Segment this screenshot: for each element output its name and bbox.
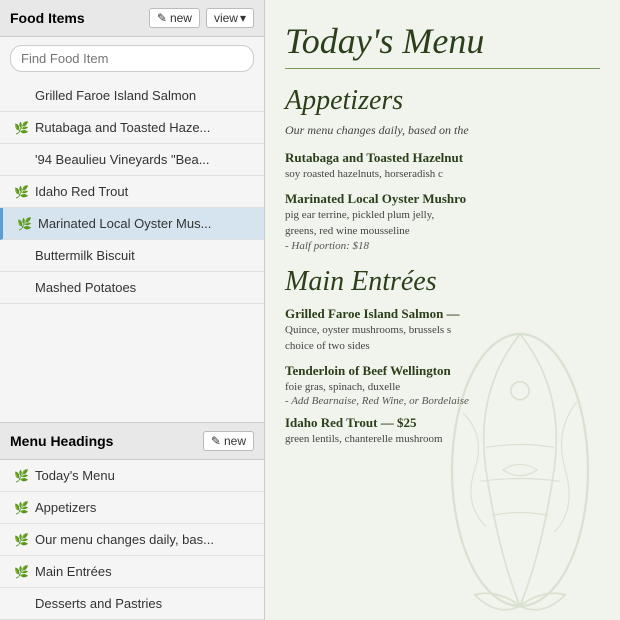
salmon-desc2: choice of two sides	[285, 338, 600, 355]
leaf-icon: 🌿	[14, 185, 30, 199]
menu-heading-appetizers[interactable]: 🌿 Appetizers	[0, 492, 264, 524]
edit-icon-2: ✎	[211, 434, 221, 448]
appetizers-intro: Our menu changes daily, based on the	[285, 123, 600, 138]
menu-headings-header: Menu Headings ✎ new	[0, 423, 264, 460]
rutabaga-desc: soy roasted hazelnuts, horseradish c	[285, 166, 600, 183]
appetizers-section: Appetizers Our menu changes daily, based…	[285, 85, 600, 252]
oyster-name: Marinated Local Oyster Mushro	[285, 191, 600, 207]
beef-name: Tenderloin of Beef Wellington	[285, 363, 600, 379]
chevron-icon: ▾	[240, 11, 246, 25]
food-item-mashed[interactable]: Mashed Potatoes	[0, 272, 264, 304]
food-item-label: Marinated Local Oyster Mus...	[38, 216, 211, 231]
menu-heading-our-menu[interactable]: 🌿 Our menu changes daily, bas...	[0, 524, 264, 556]
menu-heading-label: Today's Menu	[35, 468, 115, 483]
menu-title: Today's Menu	[285, 20, 600, 62]
food-item-grilled-faroe[interactable]: Grilled Faroe Island Salmon	[0, 80, 264, 112]
oyster-sub: - Half portion: $18	[285, 240, 600, 252]
food-item-beaulieu[interactable]: '94 Beaulieu Vineyards "Bea...	[0, 144, 264, 176]
food-items-header: Food Items ✎ new view ▾	[0, 0, 264, 37]
food-item-search-input[interactable]	[10, 45, 254, 72]
menu-headings-list: 🌿 Today's Menu 🌿 Appetizers 🌿 Our menu change…	[0, 460, 264, 620]
menu-heading-desserts[interactable]: Desserts and Pastries	[0, 588, 264, 620]
main-entrees-title: Main Entrées	[285, 266, 600, 298]
food-item-rutabaga[interactable]: 🌿 Rutabaga and Toasted Haze...	[0, 112, 264, 144]
salmon-name: Grilled Faroe Island Salmon —	[285, 306, 600, 322]
food-items-list: Grilled Faroe Island Salmon 🌿 Rutabaga and…	[0, 80, 264, 422]
leaf-icon: 🌿	[17, 217, 33, 231]
leaf-icon: 🌿	[14, 533, 30, 547]
food-items-view-button[interactable]: view ▾	[206, 8, 254, 28]
trout-desc: green lentils, chanterelle mushroom	[285, 431, 600, 448]
menu-headings-section: Menu Headings ✎ new 🌿 Today's Menu 🌿 Appeti…	[0, 422, 264, 620]
menu-heading-label: Main Entrées	[35, 564, 112, 579]
oyster-desc: pig ear terrine, pickled plum jelly,	[285, 207, 600, 224]
salmon-desc: Quince, oyster mushrooms, brussels s	[285, 322, 600, 339]
beef-sub: - Add Bearnaise, Red Wine, or Bordelaise	[285, 395, 600, 407]
trout-name: Idaho Red Trout — $25	[285, 415, 600, 431]
menu-headings-new-button[interactable]: ✎ new	[203, 431, 254, 451]
menu-headings-title: Menu Headings	[10, 433, 197, 449]
left-panel: Food Items ✎ new view ▾ Grilled Faroe Is…	[0, 0, 265, 620]
food-item-label: '94 Beaulieu Vineyards "Bea...	[35, 152, 210, 167]
menu-item-trout: Idaho Red Trout — $25 green lentils, cha…	[285, 415, 600, 448]
food-items-title: Food Items	[10, 10, 143, 26]
leaf-icon: 🌿	[14, 121, 30, 135]
food-item-label: Grilled Faroe Island Salmon	[35, 88, 196, 103]
menu-heading-todays-menu[interactable]: 🌿 Today's Menu	[0, 460, 264, 492]
menu-divider	[285, 68, 600, 69]
leaf-icon: 🌿	[14, 501, 30, 515]
food-item-label: Idaho Red Trout	[35, 184, 128, 199]
menu-item-beef: Tenderloin of Beef Wellington foie gras,…	[285, 363, 600, 408]
menu-item-oyster: Marinated Local Oyster Mushro pig ear te…	[285, 191, 600, 252]
leaf-icon: 🌿	[14, 565, 30, 579]
edit-icon: ✎	[157, 11, 167, 25]
food-item-label: Mashed Potatoes	[35, 280, 136, 295]
beef-desc: foie gras, spinach, duxelle	[285, 379, 600, 396]
rutabaga-name: Rutabaga and Toasted Hazelnut	[285, 150, 600, 166]
food-item-label: Rutabaga and Toasted Haze...	[35, 120, 210, 135]
leaf-icon: 🌿	[14, 469, 30, 483]
food-item-biscuit[interactable]: Buttermilk Biscuit	[0, 240, 264, 272]
appetizers-title: Appetizers	[285, 85, 600, 117]
oyster-desc2: greens, red wine mousseline	[285, 223, 600, 240]
food-items-new-button[interactable]: ✎ new	[149, 8, 200, 28]
food-item-idaho-trout[interactable]: 🌿 Idaho Red Trout	[0, 176, 264, 208]
menu-item-rutabaga: Rutabaga and Toasted Hazelnut soy roaste…	[285, 150, 600, 183]
menu-heading-label: Desserts and Pastries	[35, 596, 162, 611]
menu-heading-label: Appetizers	[35, 500, 96, 515]
food-item-label: Buttermilk Biscuit	[35, 248, 135, 263]
main-entrees-section: Main Entrées Grilled Faroe Island Salmon…	[285, 266, 600, 448]
menu-heading-label: Our menu changes daily, bas...	[35, 532, 214, 547]
menu-item-salmon: Grilled Faroe Island Salmon — Quince, oy…	[285, 306, 600, 355]
food-item-oyster[interactable]: 🌿 Marinated Local Oyster Mus...	[0, 208, 264, 240]
right-panel: Today's Menu Appetizers Our menu changes…	[265, 0, 620, 620]
menu-heading-main-entrees[interactable]: 🌿 Main Entrées	[0, 556, 264, 588]
